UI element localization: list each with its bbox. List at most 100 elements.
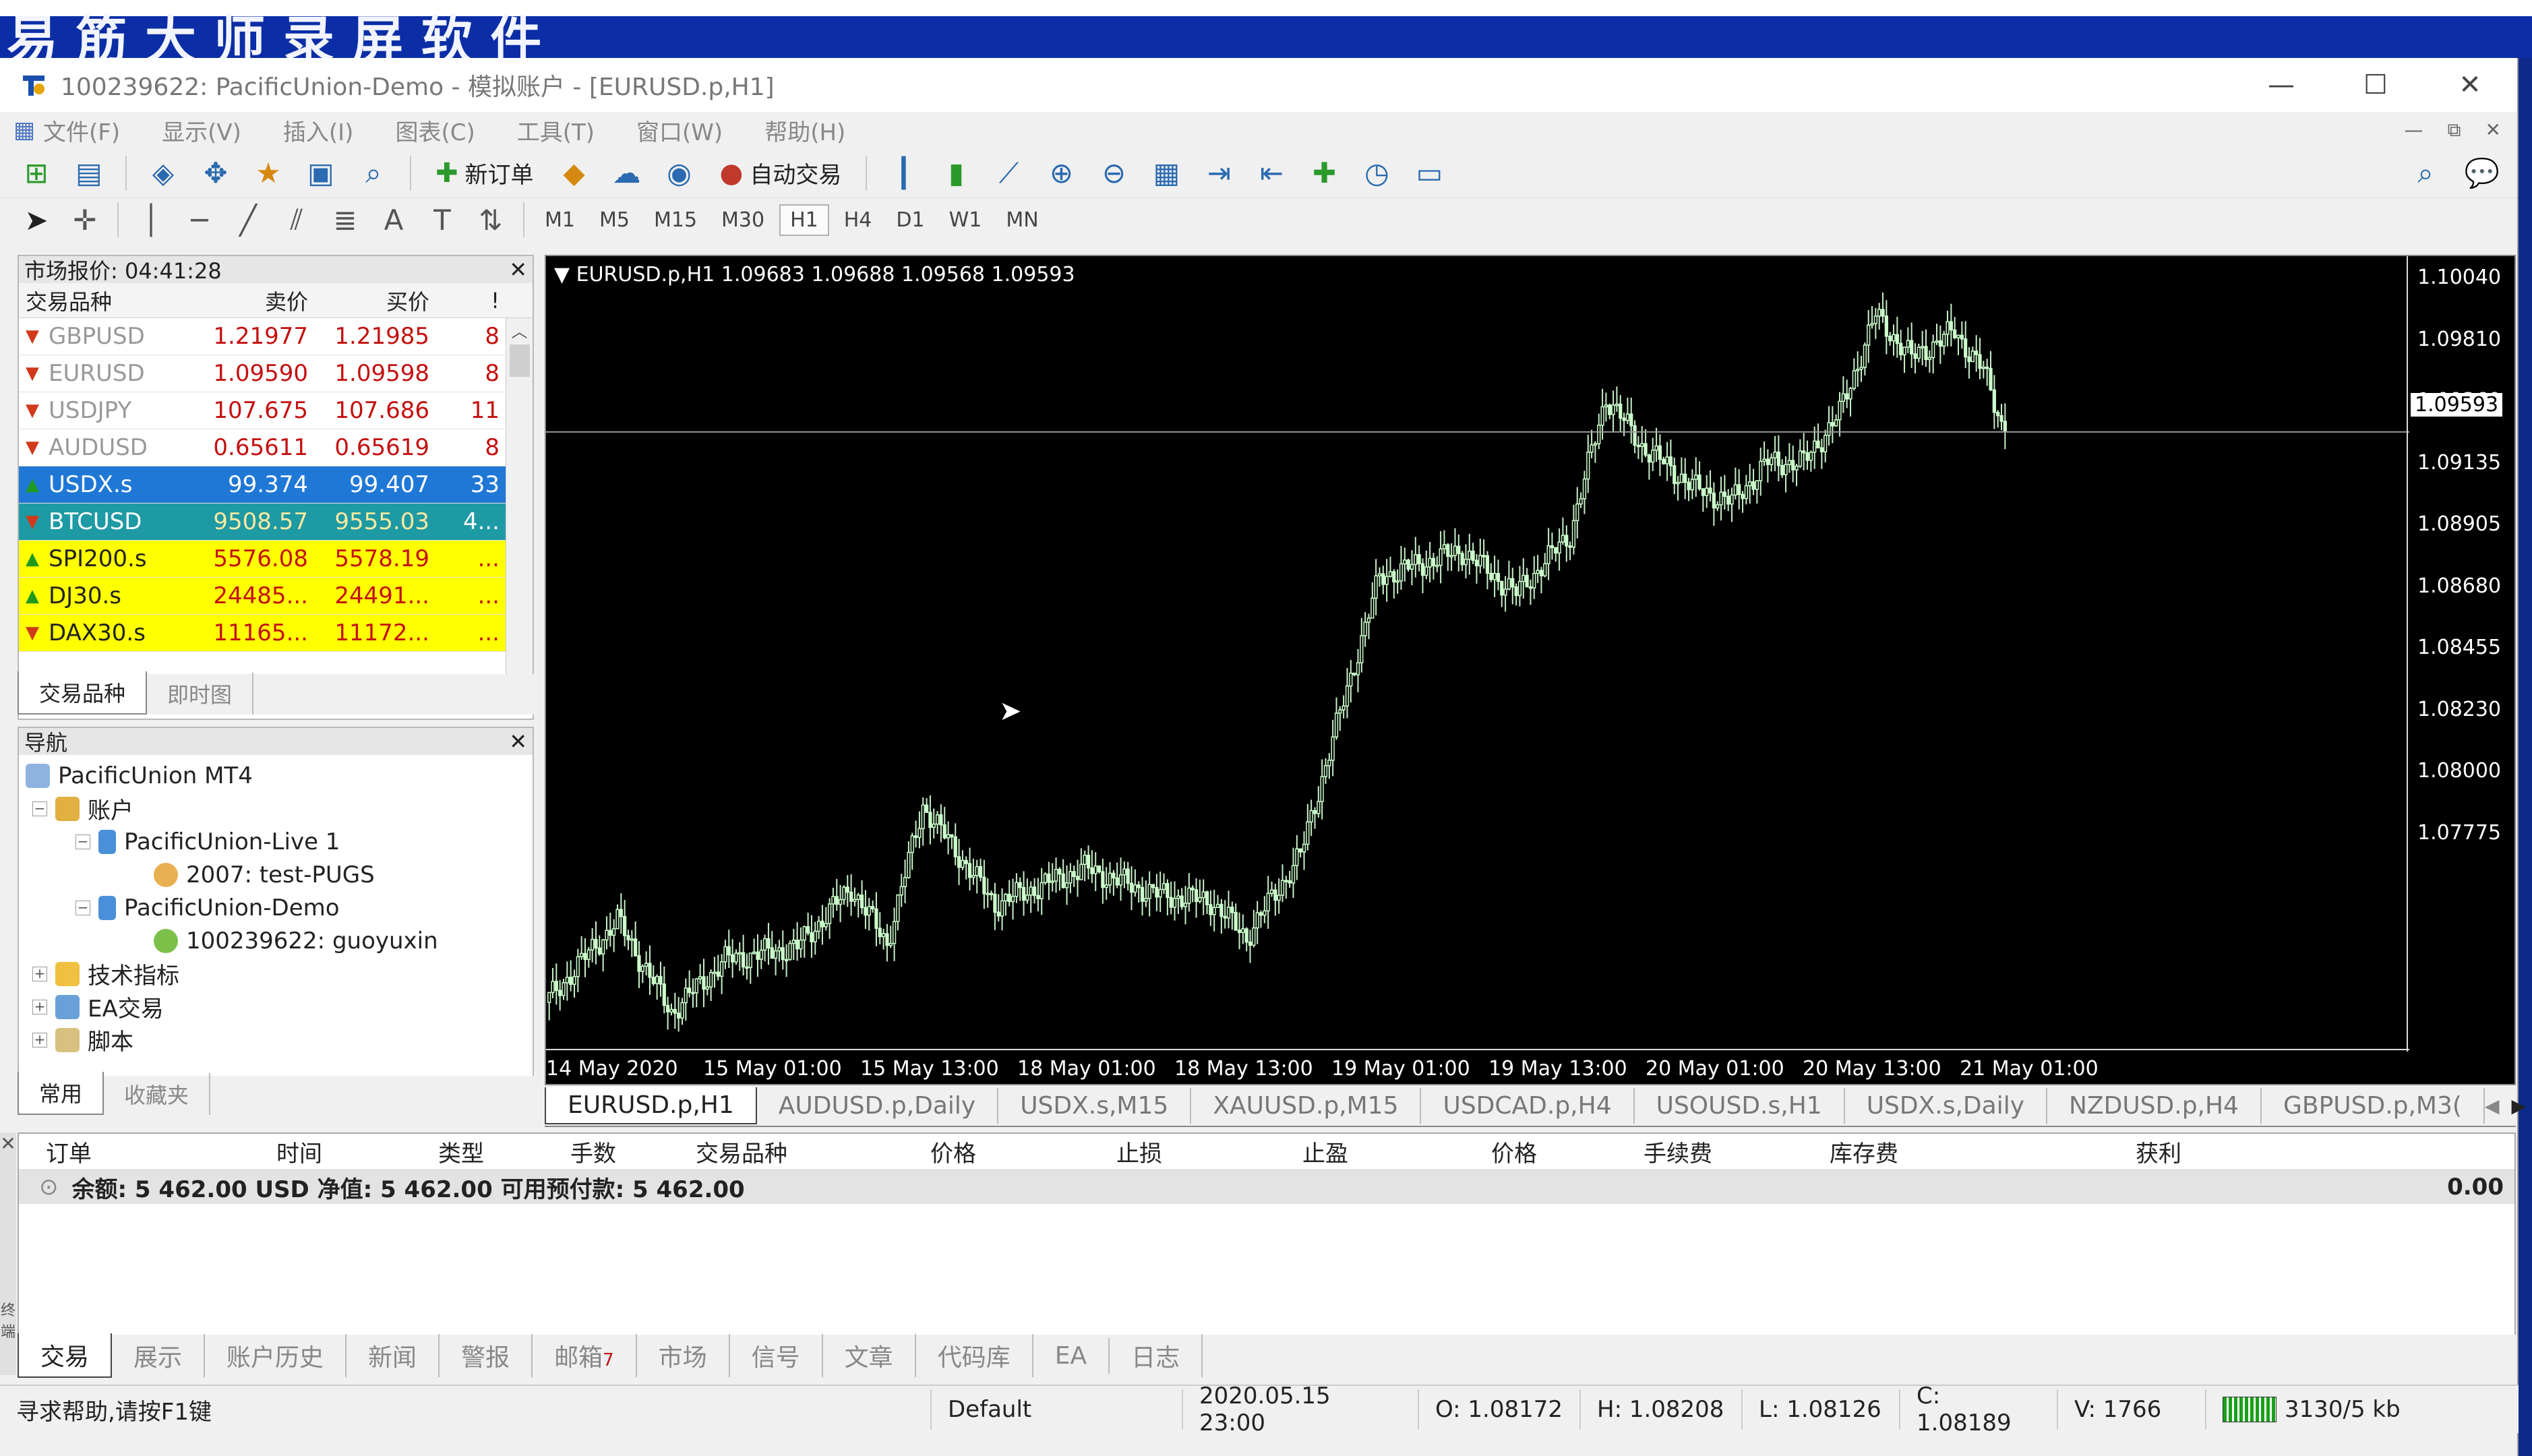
col-spread[interactable]: ! bbox=[440, 288, 508, 313]
col-time[interactable]: 时间 bbox=[127, 1135, 322, 1168]
market-watch-row[interactable]: ▼ AUDUSD 0.65611 0.65619 8 bbox=[19, 429, 533, 466]
profiles-icon[interactable]: ▤ bbox=[67, 153, 111, 193]
tf-m15[interactable]: M15 bbox=[644, 206, 706, 235]
menu-tools[interactable]: 工具(T) bbox=[517, 114, 595, 147]
tree-ea[interactable]: + EA交易 bbox=[26, 990, 526, 1023]
channel-icon[interactable]: ⫽ bbox=[275, 200, 318, 240]
search-icon[interactable]: ⌕ bbox=[2404, 153, 2447, 193]
horizontal-line-icon[interactable]: ─ bbox=[178, 200, 221, 240]
menu-file[interactable]: 文件(F) bbox=[43, 114, 120, 147]
tab-tick-chart[interactable]: 即时图 bbox=[147, 673, 254, 715]
col-symbol[interactable]: 交易品种 bbox=[616, 1135, 787, 1168]
col-order[interactable]: 订单 bbox=[46, 1135, 127, 1168]
bar-chart-icon[interactable]: ┃ bbox=[882, 153, 925, 193]
market-watch-row[interactable]: ▼ GBPUSD 1.21977 1.21985 8 bbox=[19, 318, 533, 355]
balance-row[interactable]: ⊙ 余额: 5 462.00 USD 净值: 5 462.00 可用预付款: 5… bbox=[19, 1170, 2514, 1204]
autoscroll-icon[interactable]: ⇤ bbox=[1250, 153, 1293, 193]
collapse-icon[interactable]: − bbox=[32, 801, 47, 816]
close-icon[interactable]: ✕ bbox=[0, 1132, 16, 1155]
tab-alerts[interactable]: 警报 bbox=[440, 1334, 533, 1377]
indicators-icon[interactable]: ✚ bbox=[1302, 153, 1346, 193]
col-lots[interactable]: 手数 bbox=[484, 1135, 616, 1168]
arrows-icon[interactable]: ⇅ bbox=[469, 200, 512, 240]
tree-scripts[interactable]: + 脚本 bbox=[26, 1023, 526, 1056]
market-watch-row[interactable]: ▼ USDJPY 107.675 107.686 11 bbox=[19, 392, 533, 429]
tab-experts[interactable]: EA bbox=[1033, 1337, 1110, 1374]
chart-window[interactable]: ▼ EURUSD.p,H1 1.09683 1.09688 1.09568 1.… bbox=[545, 255, 2516, 1085]
scroll-up-icon[interactable]: ︿ bbox=[506, 318, 533, 342]
collapse-icon[interactable]: − bbox=[76, 900, 90, 915]
periods-icon[interactable]: ◷ bbox=[1355, 153, 1398, 193]
market-watch-icon[interactable]: ◈ bbox=[142, 153, 185, 193]
tf-m5[interactable]: M5 bbox=[590, 206, 639, 235]
maximize-button[interactable]: ☐ bbox=[2328, 69, 2423, 100]
data-window-icon[interactable]: ✥ bbox=[194, 153, 237, 193]
tf-h4[interactable]: H4 bbox=[835, 206, 882, 235]
tab-market[interactable]: 市场 bbox=[637, 1334, 730, 1377]
terminal-side-handle[interactable]: ✕ 终端 bbox=[0, 1132, 16, 1375]
text-label-icon[interactable]: T bbox=[421, 200, 464, 240]
navigator-icon[interactable]: ★ bbox=[247, 153, 290, 193]
tf-m1[interactable]: M1 bbox=[535, 206, 584, 235]
line-chart-icon[interactable]: ⟋ bbox=[987, 153, 1030, 193]
chart-tab[interactable]: USOUSD.s,H1 bbox=[1635, 1087, 1845, 1124]
tab-journal[interactable]: 日志 bbox=[1110, 1334, 1203, 1377]
tree-demo-account[interactable]: 100239622: guoyuxin bbox=[26, 924, 526, 957]
close-icon[interactable]: ✕ bbox=[509, 729, 527, 754]
templates-icon[interactable]: ▭ bbox=[1408, 153, 1451, 193]
chart-tab[interactable]: USDX.s,Daily bbox=[1845, 1087, 2048, 1124]
candlestick-plot[interactable] bbox=[546, 256, 2409, 1052]
menu-view[interactable]: 显示(V) bbox=[162, 114, 241, 147]
tab-favorites[interactable]: 收藏夹 bbox=[104, 1073, 211, 1115]
close-button[interactable]: ✕ bbox=[2423, 69, 2517, 100]
tab-signals[interactable]: 信号 bbox=[730, 1334, 823, 1377]
col-commission[interactable]: 手续费 bbox=[1537, 1135, 1712, 1168]
vps-icon[interactable]: ◉ bbox=[658, 153, 701, 193]
tab-account-history[interactable]: 账户历史 bbox=[205, 1334, 347, 1377]
tab-common[interactable]: 常用 bbox=[18, 1072, 104, 1115]
terminal-icon[interactable]: ▣ bbox=[299, 153, 342, 193]
tf-w1[interactable]: W1 bbox=[940, 206, 992, 235]
tree-accounts[interactable]: − 账户 bbox=[26, 792, 526, 825]
menu-window[interactable]: 窗口(W) bbox=[636, 114, 723, 147]
vertical-line-icon[interactable]: │ bbox=[129, 200, 173, 240]
col-symbol[interactable]: 交易品种 bbox=[19, 285, 198, 316]
zoom-out-icon[interactable]: ⊖ bbox=[1092, 153, 1135, 193]
tf-m30[interactable]: M30 bbox=[712, 206, 774, 235]
market-watch-row[interactable]: ▼ DAX30.s 11165... 11172...... bbox=[19, 615, 533, 652]
market-watch-row[interactable]: ▼ EURUSD 1.09590 1.09598 8 bbox=[19, 355, 533, 392]
collapse-icon[interactable]: − bbox=[76, 834, 90, 849]
metaeditor-icon[interactable]: ◆ bbox=[553, 153, 596, 193]
price-axis[interactable]: 1.100401.098101.093601.091351.089051.086… bbox=[2407, 256, 2514, 1052]
new-order-button[interactable]: ✚ 新订单 bbox=[426, 156, 543, 189]
menu-app-icon[interactable]: ▦ bbox=[13, 117, 43, 144]
market-watch-row[interactable]: ▲ USDX.s 99.374 99.407 33 bbox=[19, 466, 533, 504]
col-bid[interactable]: 卖价 bbox=[198, 285, 319, 316]
menu-insert[interactable]: 插入(I) bbox=[283, 114, 354, 147]
tree-live-server[interactable]: − PacificUnion-Live 1 bbox=[26, 825, 526, 858]
crosshair-icon[interactable]: ✛ bbox=[63, 200, 107, 240]
tree-demo-server[interactable]: − PacificUnion-Demo bbox=[26, 891, 526, 924]
chart-tab[interactable]: GBPUSD.p,M3( bbox=[2262, 1087, 2485, 1124]
tf-mn[interactable]: MN bbox=[996, 206, 1048, 235]
col-profit[interactable]: 获利 bbox=[1898, 1135, 2181, 1168]
tab-mailbox[interactable]: 邮箱7 bbox=[533, 1334, 637, 1377]
tab-symbols[interactable]: 交易品种 bbox=[18, 671, 148, 715]
col-price[interactable]: 价格 bbox=[787, 1135, 976, 1168]
tab-news[interactable]: 新闻 bbox=[346, 1334, 440, 1377]
expand-icon[interactable]: + bbox=[32, 966, 47, 981]
col-ask[interactable]: 买价 bbox=[319, 285, 440, 316]
expand-icon[interactable]: + bbox=[32, 999, 47, 1014]
chat-icon[interactable]: 💬 bbox=[2461, 153, 2504, 193]
zoom-in-icon[interactable]: ⊕ bbox=[1039, 153, 1083, 193]
col-current-price[interactable]: 价格 bbox=[1348, 1135, 1537, 1168]
auto-trading-button[interactable]: ● 自动交易 bbox=[711, 156, 851, 189]
chart-shift-icon[interactable]: ⇥ bbox=[1197, 153, 1240, 193]
chart-tab[interactable]: USDCAD.p,H4 bbox=[1421, 1087, 1635, 1124]
close-icon[interactable]: ✕ bbox=[509, 257, 527, 282]
status-profile[interactable]: Default bbox=[930, 1389, 1183, 1430]
minimize-button[interactable]: — bbox=[2234, 69, 2328, 100]
market-watch-row[interactable]: ▲ SPI200.s 5576.08 5578.19... bbox=[19, 541, 533, 578]
tabs-scroll-left-icon[interactable]: ◀ bbox=[2485, 1095, 2500, 1117]
candlestick-icon[interactable]: ▮ bbox=[934, 153, 977, 193]
